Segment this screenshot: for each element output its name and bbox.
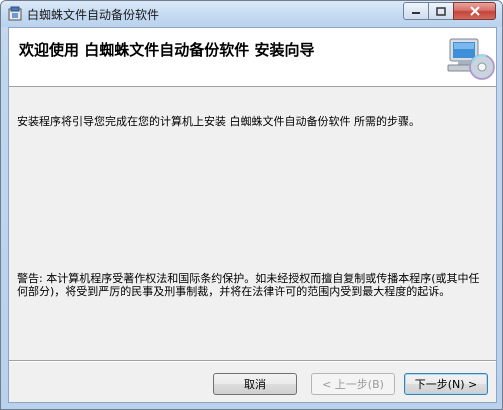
maximize-icon bbox=[436, 6, 446, 16]
minimize-button[interactable] bbox=[403, 2, 429, 20]
cancel-button[interactable]: 取消 bbox=[213, 373, 297, 395]
next-button[interactable]: 下一步(N) > bbox=[404, 373, 488, 395]
wizard-banner: 欢迎使用 白蜘蛛文件自动备份软件 安装向导 bbox=[9, 28, 496, 87]
back-button[interactable]: < 上一步(B) bbox=[311, 373, 395, 395]
button-separator bbox=[9, 360, 496, 362]
intro-text: 安装程序将引导您完成在您的计算机上安装 白蜘蛛文件自动备份软件 所需的步骤。 bbox=[17, 115, 420, 128]
close-button[interactable] bbox=[453, 2, 496, 20]
installer-icon bbox=[8, 6, 22, 21]
maximize-button[interactable] bbox=[428, 2, 454, 20]
banner-title: 欢迎使用 白蜘蛛文件自动备份软件 安装向导 bbox=[19, 41, 315, 59]
copyright-warning: 警告: 本计算机程序受著作权法和国际条约保护。如未经授权而擅自复制或传播本程序(… bbox=[17, 272, 480, 298]
window-title: 白蜘蛛文件自动备份软件 bbox=[27, 8, 160, 22]
window-controls bbox=[403, 2, 496, 20]
wizard-content: 欢迎使用 白蜘蛛文件自动备份软件 安装向导 安装程序将引导您完成在您的计算机上安… bbox=[8, 27, 497, 403]
computer-cd-icon bbox=[447, 38, 495, 80]
installer-window: 白蜘蛛文件自动备份软件 欢迎使用 白蜘蛛文件自动备份软件 安装向导 安装程序将引… bbox=[0, 0, 503, 410]
close-icon bbox=[469, 6, 480, 16]
minimize-icon bbox=[412, 12, 420, 14]
title-bar[interactable]: 白蜘蛛文件自动备份软件 bbox=[1, 1, 502, 27]
